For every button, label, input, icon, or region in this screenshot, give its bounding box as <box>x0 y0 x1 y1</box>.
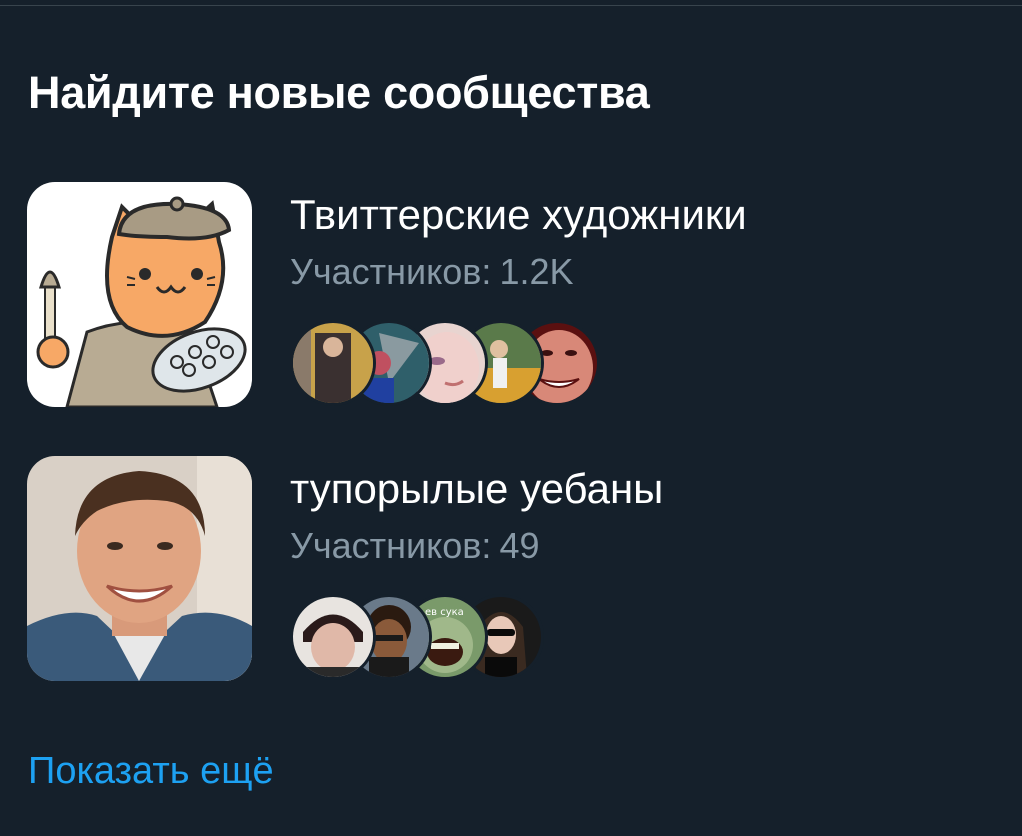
top-divider <box>0 5 1022 6</box>
cat-painter-avatar <box>27 182 252 407</box>
section-title: Найдите новые сообщества <box>28 67 650 118</box>
sticker-text: ев сука <box>425 607 464 618</box>
member-avatar <box>290 594 376 680</box>
communities-panel: Найдите новые сообщества Твиттерские худ… <box>0 0 1022 836</box>
members-count: Участников: 49 <box>290 524 539 568</box>
community-card[interactable]: Твиттерские художники Участников: 1.2K <box>0 182 1022 422</box>
smiling-man-avatar <box>27 456 252 681</box>
members-count: Участников: 1.2K <box>290 250 574 294</box>
community-card[interactable]: тупорылые уебаны Участников: 49 ев сука <box>0 456 1022 696</box>
member-avatar <box>290 320 376 406</box>
community-name[interactable]: Твиттерские художники <box>290 190 747 240</box>
community-name[interactable]: тупорылые уебаны <box>290 464 663 514</box>
members-label: Участников: <box>290 525 492 566</box>
members-value: 49 <box>499 525 540 566</box>
show-more-link[interactable]: Показать ещё <box>28 748 274 794</box>
members-label: Участников: <box>290 251 492 292</box>
members-value: 1.2K <box>499 251 574 292</box>
